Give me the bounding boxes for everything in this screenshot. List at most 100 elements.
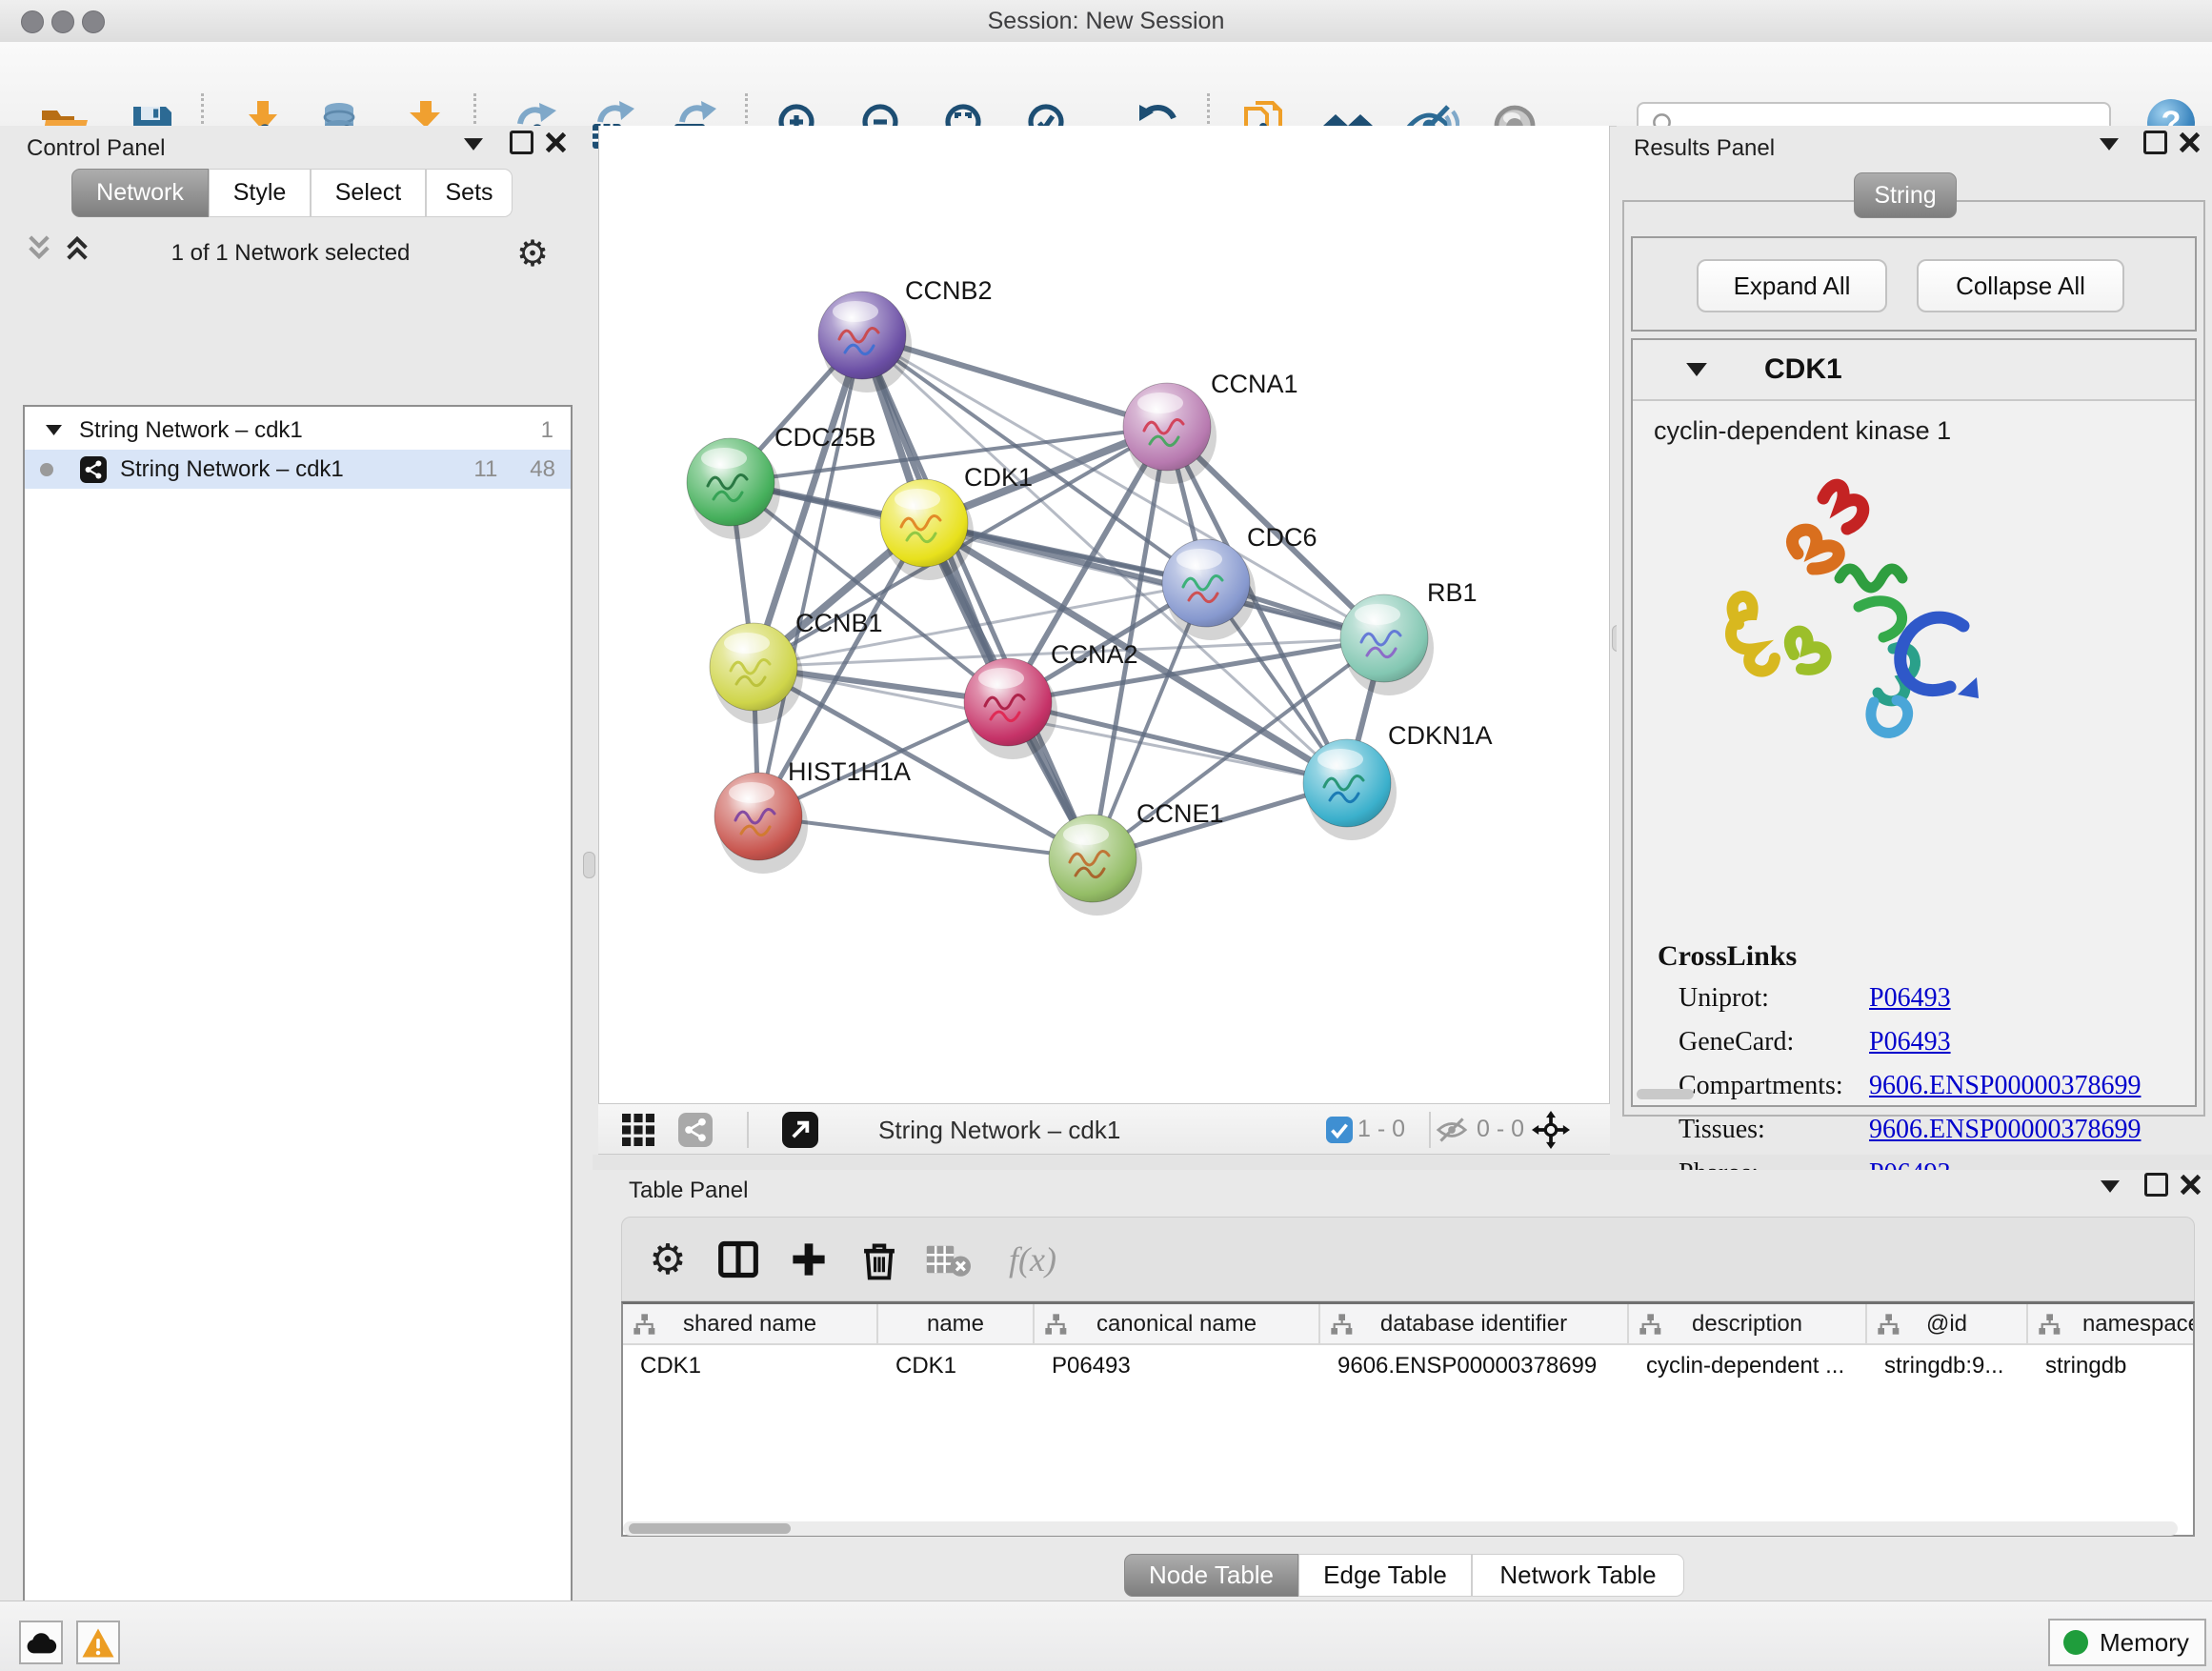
birdseye-grid-icon[interactable]	[619, 1111, 657, 1149]
column-header-name[interactable]: name	[878, 1304, 1035, 1343]
collapse-all-button[interactable]: Collapse All	[1917, 259, 2124, 312]
network-options-gear-icon[interactable]: ⚙	[516, 232, 549, 275]
splitter-handle[interactable]	[583, 852, 595, 878]
network-tree: String Network – cdk1 1 String Network –…	[23, 405, 573, 1671]
cell--id: stringdb:9...	[1867, 1353, 2028, 1379]
pan-crosshair-icon[interactable]	[1532, 1111, 1570, 1149]
column-header-database-identifier[interactable]: database identifier	[1320, 1304, 1629, 1343]
network-collection-row[interactable]: String Network – cdk1 1	[25, 411, 571, 450]
selected-checkbox-icon[interactable]	[1320, 1111, 1358, 1149]
column-header-description[interactable]: description	[1629, 1304, 1867, 1343]
table-function-icon[interactable]: f(x)	[990, 1235, 1076, 1284]
open-in-window-icon[interactable]	[781, 1111, 819, 1149]
tab-network[interactable]: Network	[71, 169, 209, 217]
panel-close-icon[interactable]	[539, 130, 572, 154]
gene-description: cyclin-dependent kinase 1	[1654, 416, 1951, 446]
crosslink-label: Tissues:	[1679, 1115, 1869, 1145]
table-delete-icon[interactable]	[855, 1235, 904, 1284]
network-edge[interactable]	[1008, 702, 1347, 783]
crosslink-link[interactable]: P06493	[1869, 983, 1951, 1014]
table-add-icon[interactable]	[784, 1235, 834, 1284]
network-status-dot	[40, 463, 53, 476]
expand-all-button[interactable]: Expand All	[1697, 259, 1887, 312]
tab-select[interactable]: Select	[311, 169, 426, 217]
cloud-icon[interactable]	[19, 1621, 63, 1664]
string-network-icon	[80, 456, 107, 483]
table-hscrollbar[interactable]	[623, 1521, 2178, 1536]
network-node-CCNB1[interactable]: CCNB1	[710, 609, 883, 724]
network-node-RB1[interactable]: RB1	[1340, 578, 1478, 695]
column-header-canonical-name[interactable]: canonical name	[1035, 1304, 1320, 1343]
network-node-CDKN1A[interactable]: CDKN1A	[1303, 721, 1493, 840]
node-label-HIST1H1A: HIST1H1A	[788, 757, 911, 786]
expand-all-icon[interactable]	[61, 235, 93, 260]
network-row-selected[interactable]: String Network – cdk1 11 48	[25, 450, 571, 489]
results-panel: Results Panel String Expand All Collapse…	[1617, 126, 2212, 1155]
panel-dropdown-icon[interactable]	[457, 131, 490, 156]
cell-canonical-name: P06493	[1035, 1353, 1320, 1379]
table-columns-icon[interactable]	[714, 1235, 763, 1284]
memory-button[interactable]: Memory	[2048, 1619, 2206, 1666]
tab-node-table[interactable]: Node Table	[1124, 1554, 1298, 1597]
crosslinks-title: CrossLinks	[1658, 940, 1797, 973]
crosslink-row: Compartments:9606.ENSP00000378699	[1679, 1064, 2174, 1108]
gene-section-header[interactable]: CDK1	[1633, 340, 2195, 401]
section-expander-icon[interactable]	[1686, 363, 1707, 376]
network-node-HIST1H1A[interactable]: HIST1H1A	[714, 757, 911, 874]
node-label-CCNB2: CCNB2	[905, 276, 993, 305]
tab-string[interactable]: String	[1854, 172, 1957, 218]
column-type-icon	[1044, 1313, 1067, 1336]
collapse-all-icon[interactable]	[23, 235, 55, 260]
gene-section: CDK1 cyclin-dependent kinase 1 CrossLink…	[1631, 338, 2197, 1107]
crosslink-label: Uniprot:	[1679, 983, 1869, 1014]
crosslink-row: Tissues:9606.ENSP00000378699	[1679, 1108, 2174, 1152]
node-label-CCNA1: CCNA1	[1211, 370, 1298, 398]
tab-edge-table[interactable]: Edge Table	[1298, 1554, 1472, 1597]
table-row[interactable]: CDK1CDK1P064939606.ENSP00000378699cyclin…	[623, 1345, 2193, 1387]
crosslinks-list: Uniprot:P06493GeneCard:P06493Compartment…	[1679, 976, 2174, 1196]
results-hscroll-thumb[interactable]	[1637, 1089, 1694, 1099]
collection-count: 1	[541, 417, 553, 444]
column-header--id[interactable]: @id	[1867, 1304, 2028, 1343]
warning-icon[interactable]	[76, 1621, 120, 1664]
string-style-icon[interactable]	[676, 1111, 714, 1149]
crosslink-row: GeneCard:P06493	[1679, 1020, 2174, 1064]
crosslink-link[interactable]: 9606.ENSP00000378699	[1869, 1115, 2141, 1145]
tab-network-table[interactable]: Network Table	[1472, 1554, 1684, 1597]
table-delete-column-icon[interactable]	[923, 1235, 973, 1284]
column-header-namespace[interactable]: namespace	[2028, 1304, 2195, 1343]
status-bar: Memory	[0, 1601, 2212, 1671]
tab-sets[interactable]: Sets	[426, 169, 513, 217]
panel-dropdown-icon[interactable]	[2094, 1174, 2126, 1198]
memory-label: Memory	[2100, 1628, 2189, 1658]
table-gear-icon[interactable]: ⚙	[643, 1235, 693, 1284]
network-edge[interactable]	[758, 816, 1093, 858]
network-node-CDC6[interactable]: CDC6	[1162, 523, 1317, 640]
panel-close-icon[interactable]	[2174, 1172, 2206, 1197]
application-window: Session: New Session	[0, 0, 2212, 1671]
column-type-icon	[1639, 1313, 1661, 1336]
panel-float-icon[interactable]	[2140, 1172, 2172, 1197]
column-header-shared-name[interactable]: shared name	[623, 1304, 878, 1343]
node-label-CCNE1: CCNE1	[1136, 799, 1224, 828]
node-label-CDC25B: CDC25B	[774, 423, 876, 452]
network-row-label: String Network – cdk1	[120, 456, 473, 483]
panel-close-icon[interactable]	[2173, 130, 2205, 154]
hidden-eye-slash-icon[interactable]	[1433, 1111, 1471, 1149]
table-hscroll-thumb[interactable]	[629, 1523, 791, 1534]
results-panel-title: Results Panel	[1634, 135, 1775, 162]
tab-style[interactable]: Style	[209, 169, 311, 217]
panel-float-icon[interactable]	[505, 130, 537, 154]
panel-float-icon[interactable]	[2139, 130, 2171, 154]
collection-expander-icon[interactable]	[46, 425, 62, 435]
table-header-row: shared namenamecanonical namedatabase id…	[623, 1304, 2193, 1345]
network-node-CDK1[interactable]: CDK1	[880, 463, 1033, 580]
node-label-CDC6: CDC6	[1247, 523, 1317, 552]
crosslink-link[interactable]: 9606.ENSP00000378699	[1869, 1071, 2141, 1101]
network-node-count: 11	[473, 456, 497, 483]
crosslink-link[interactable]: P06493	[1869, 1027, 1951, 1057]
network-edge-count: 48	[530, 456, 555, 483]
bar-separator	[747, 1112, 749, 1148]
window-title: Session: New Session	[0, 0, 2212, 42]
panel-dropdown-icon[interactable]	[2093, 131, 2125, 156]
